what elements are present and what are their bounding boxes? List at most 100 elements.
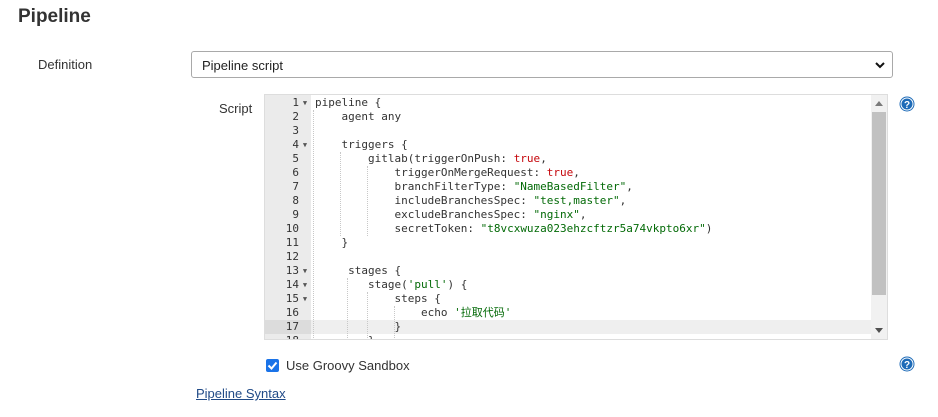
code-token: , xyxy=(573,166,580,179)
code-token: } xyxy=(315,236,349,249)
code-text: stage('pull') { xyxy=(315,278,467,292)
line-number: 2 xyxy=(292,110,299,123)
code-text: excludeBranchesSpec: "nginx", xyxy=(315,208,586,222)
code-token: "test,master" xyxy=(533,194,620,207)
code-token: triggers { xyxy=(315,138,408,151)
line-number: 1 xyxy=(292,96,299,109)
scroll-up-arrow[interactable] xyxy=(875,101,883,106)
question-circle-icon[interactable]: ? xyxy=(899,356,915,372)
code-token: pipeline { xyxy=(315,96,382,109)
code-token: triggerOnMergeRequest: xyxy=(315,166,547,179)
line-number: 7 xyxy=(292,180,299,193)
code-token: 'pull' xyxy=(407,278,448,291)
code-token: steps { xyxy=(315,292,441,305)
code-line: 14 ▼ stage('pull') { xyxy=(265,278,872,292)
code-token: true xyxy=(546,166,574,179)
sandbox-label: Use Groovy Sandbox xyxy=(286,358,410,373)
line-number: 13 xyxy=(285,264,299,277)
code-text: echo '拉取代码' xyxy=(315,306,511,320)
code-text: } xyxy=(315,320,401,334)
fold-arrow-icon[interactable]: ▼ xyxy=(301,138,309,152)
fold-arrow-icon[interactable]: ▼ xyxy=(301,264,309,278)
code-text: triggerOnMergeRequest: true, xyxy=(315,166,580,180)
code-text: stages { xyxy=(315,264,401,278)
sandbox-checkbox[interactable] xyxy=(266,359,279,372)
code-token: true xyxy=(513,152,541,165)
page-title: Pipeline xyxy=(18,6,91,27)
code-line: 7 branchFilterType: "NameBasedFilter", xyxy=(265,180,872,194)
line-number: 15 xyxy=(285,292,299,305)
code-line: 16 echo '拉取代码' xyxy=(265,306,872,320)
code-token: , xyxy=(540,152,547,165)
line-number: 10 xyxy=(285,222,299,235)
code-line: 17 } xyxy=(265,320,872,334)
svg-text:?: ? xyxy=(904,360,910,371)
code-text: agent any xyxy=(315,110,401,124)
script-editor[interactable]: 1 ▼ pipeline {2 agent any 3 4 ▼ triggers {5 g… xyxy=(264,94,888,340)
code-token: } xyxy=(315,320,402,333)
code-text: } xyxy=(315,236,348,250)
code-text: gitlab(triggerOnPush: true, xyxy=(315,152,547,166)
code-line: 4 ▼ triggers { xyxy=(265,138,872,152)
code-token: "t8vcxwuza023ehzcftzr5a74vkpto6xr" xyxy=(480,222,706,235)
code-text: triggers { xyxy=(315,138,408,152)
code-text: includeBranchesSpec: "test,master", xyxy=(315,194,626,208)
code-token: "NameBasedFilter" xyxy=(513,180,627,193)
code-line: 11 } xyxy=(265,236,872,250)
line-number: 5 xyxy=(292,152,299,165)
definition-select[interactable]: Pipeline script xyxy=(191,51,893,78)
definition-select-value: Pipeline script xyxy=(202,58,283,73)
code-line: 2 agent any xyxy=(265,110,872,124)
code-line: 6 triggerOnMergeRequest: true, xyxy=(265,166,872,180)
line-number: 12 xyxy=(285,250,299,263)
code-lines: 1 ▼ pipeline {2 agent any 3 4 ▼ triggers {5 g… xyxy=(265,96,872,339)
code-token: excludeBranchesSpec: xyxy=(315,208,534,221)
chevron-down-icon xyxy=(875,62,885,69)
code-token: agent any xyxy=(315,110,402,123)
code-line: 12 xyxy=(265,250,872,264)
fold-arrow-icon[interactable]: ▼ xyxy=(301,278,309,292)
editor-scrollbar[interactable] xyxy=(871,95,887,339)
code-line: 1 ▼ pipeline { xyxy=(265,96,872,110)
scroll-down-arrow[interactable] xyxy=(875,328,883,333)
line-number: 18 xyxy=(265,334,299,339)
line-number: 16 xyxy=(285,306,299,319)
code-line: 3 xyxy=(265,124,872,138)
code-text: secretToken: "t8vcxwuza023ehzcftzr5a74vk… xyxy=(315,222,712,236)
code-token: , xyxy=(619,194,627,207)
line-number: 14 xyxy=(285,278,299,291)
code-token: ) xyxy=(705,222,713,235)
line-number: 3 xyxy=(292,124,299,137)
code-token: , xyxy=(626,180,633,193)
script-label: Script xyxy=(219,101,253,116)
fold-arrow-icon[interactable]: ▼ xyxy=(301,96,309,110)
pipeline-syntax-link[interactable]: Pipeline Syntax xyxy=(196,386,286,401)
code-line: 15 ▼ steps { xyxy=(265,292,872,306)
line-number: 4 xyxy=(292,138,299,151)
code-text: branchFilterType: "NameBasedFilter", xyxy=(315,180,633,194)
code-line: 18 } xyxy=(265,334,872,339)
code-token: '拉取代码' xyxy=(454,306,512,319)
line-number: 8 xyxy=(292,194,299,207)
code-token: includeBranchesSpec: xyxy=(315,194,534,207)
line-number: 9 xyxy=(292,208,299,221)
question-circle-icon[interactable]: ? xyxy=(899,96,915,112)
line-number: 17 xyxy=(285,320,299,333)
line-number: 11 xyxy=(285,236,299,249)
check-icon xyxy=(267,361,278,370)
fold-arrow-icon[interactable]: ▼ xyxy=(301,292,309,306)
code-token: echo xyxy=(315,306,455,319)
code-token: secretToken: xyxy=(315,222,481,235)
code-line: 10 secretToken: "t8vcxwuza023ehzcftzr5a7… xyxy=(265,222,872,236)
code-token: gitlab(triggerOnPush: xyxy=(315,152,514,165)
code-token: stage( xyxy=(315,278,408,291)
line-number: 6 xyxy=(292,166,299,179)
svg-text:?: ? xyxy=(904,100,910,111)
code-token: ) { xyxy=(447,278,468,291)
scrollbar-thumb[interactable] xyxy=(872,112,886,295)
code-token: stages { xyxy=(315,264,402,277)
code-text: pipeline { xyxy=(315,96,381,110)
code-line: 9 excludeBranchesSpec: "nginx", xyxy=(265,208,872,222)
code-token: } xyxy=(315,334,375,339)
code-text: steps { xyxy=(315,292,441,306)
